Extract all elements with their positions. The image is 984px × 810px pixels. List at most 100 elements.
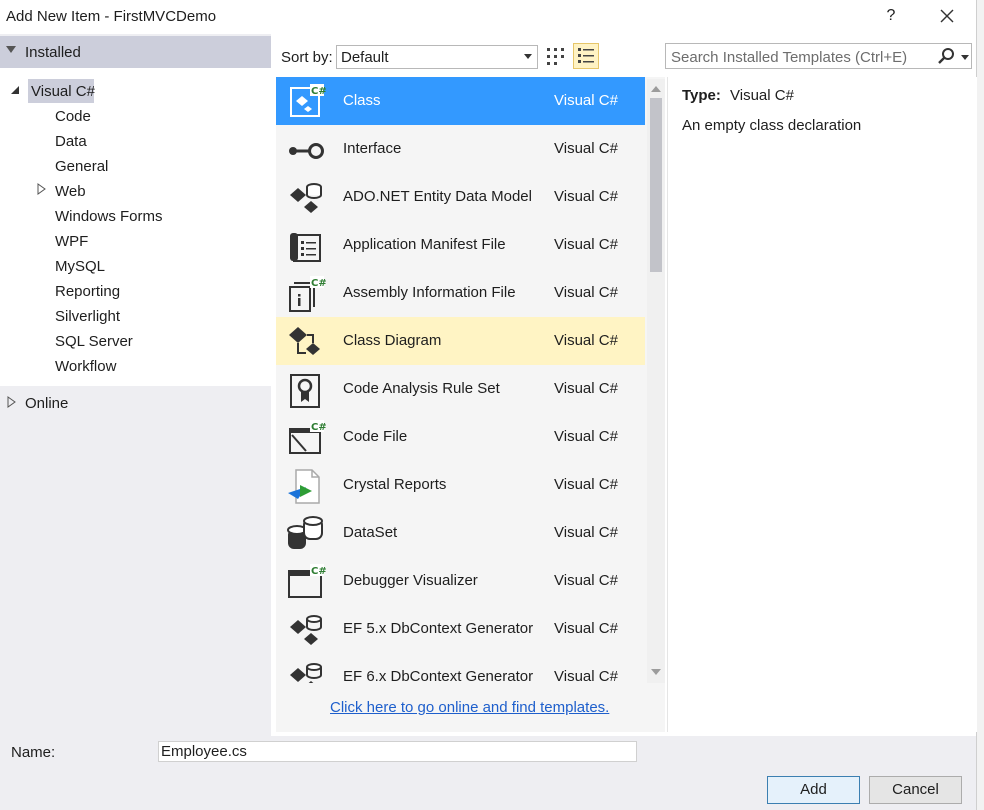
name-field[interactable]: [158, 741, 637, 762]
tree-item-windows-forms[interactable]: Windows Forms: [55, 208, 163, 225]
tree-item-workflow[interactable]: Workflow: [55, 358, 116, 375]
grid-view-icon: [547, 48, 564, 65]
online-node[interactable]: Online: [25, 395, 68, 412]
installed-label[interactable]: Installed: [25, 44, 81, 61]
template-language: Visual C#: [554, 476, 618, 493]
interface-icon: [289, 143, 324, 159]
chevron-down-icon[interactable]: [524, 54, 532, 59]
template-name: Class: [343, 92, 381, 109]
template-language: Visual C#: [554, 668, 618, 683]
class-icon: C#: [290, 84, 326, 117]
template-name: Debugger Visualizer: [343, 572, 478, 589]
class-diagram-icon: [289, 327, 320, 355]
tree-item-silverlight[interactable]: Silverlight: [55, 308, 120, 325]
template-name: ADO.NET Entity Data Model: [343, 188, 532, 205]
template-language: Visual C#: [554, 380, 618, 397]
template-name: EF 6.x DbContext Generator: [343, 668, 534, 683]
template-language: Visual C#: [554, 428, 618, 445]
tree-item-wpf[interactable]: WPF: [55, 233, 88, 250]
category-tree: [0, 68, 271, 386]
template-name: Application Manifest File: [343, 236, 506, 253]
template-name: Code File: [343, 428, 408, 445]
svg-text:C#: C#: [311, 86, 326, 97]
template-item-class[interactable]: C# Class Visual C#: [276, 77, 645, 125]
search-icon[interactable]: [936, 46, 956, 66]
debugger-visualizer-icon: C#: [288, 564, 326, 598]
grid-view-button[interactable]: [544, 44, 568, 68]
tree-item-code[interactable]: Code: [55, 108, 91, 125]
template-name: Assembly Information File: [343, 284, 516, 301]
close-button[interactable]: [934, 3, 960, 29]
background-window-edge: [976, 0, 984, 810]
template-item-class-diagram[interactable]: Class Diagram Visual C#: [276, 317, 645, 365]
svg-text:C#: C#: [311, 566, 326, 577]
template-language: Visual C#: [554, 572, 618, 589]
template-language: Visual C#: [554, 140, 618, 157]
dataset-icon: [287, 516, 323, 549]
chevron-down-icon[interactable]: [961, 55, 969, 60]
manifest-icon: [290, 233, 321, 262]
close-icon: [940, 9, 954, 23]
template-description: An empty class declaration: [682, 117, 862, 134]
scroll-down-arrow-icon[interactable]: [651, 669, 661, 675]
tree-item-mysql[interactable]: MySQL: [55, 258, 105, 275]
template-name: Class Diagram: [343, 332, 442, 349]
template-language: Visual C#: [554, 332, 618, 349]
template-name: Crystal Reports: [343, 476, 447, 493]
list-view-button[interactable]: [573, 43, 599, 69]
template-item-ef5-generator[interactable]: EF 5.x DbContext Generator Visual C#: [276, 605, 645, 653]
expanded-arrow-icon[interactable]: [6, 46, 16, 53]
template-item-ado-net[interactable]: ADO.NET Entity Data Model Visual C#: [276, 173, 645, 221]
template-item-code-analysis[interactable]: Code Analysis Rule Set Visual C#: [276, 365, 645, 413]
template-name: EF 5.x DbContext Generator: [343, 620, 534, 637]
sort-label: Sort by:: [281, 49, 333, 66]
cancel-button[interactable]: Cancel: [869, 776, 962, 804]
template-item-ef6-generator[interactable]: EF 6.x DbContext Generator Visual C#: [276, 653, 645, 683]
ef-generator-icon: [290, 615, 322, 645]
online-templates-link[interactable]: Click here to go online and find templat…: [330, 699, 609, 716]
template-language: Visual C#: [554, 284, 618, 301]
sort-value[interactable]: Default: [341, 49, 389, 66]
template-item-crystal-reports[interactable]: Crystal Reports Visual C#: [276, 461, 645, 509]
tree-item-visual-csharp[interactable]: Visual C#: [31, 83, 95, 100]
svg-text:C#: C#: [311, 422, 326, 433]
template-name: DataSet: [343, 524, 398, 541]
add-button[interactable]: Add: [767, 776, 860, 804]
collapsed-arrow-icon[interactable]: [7, 396, 17, 408]
details-pane: [667, 77, 977, 732]
tree-item-web[interactable]: Web: [55, 183, 86, 200]
tree-item-sql-server[interactable]: SQL Server: [55, 333, 133, 350]
template-item-dataset[interactable]: DataSet Visual C#: [276, 509, 645, 557]
list-view-icon: [578, 48, 594, 63]
template-item-interface[interactable]: Interface Visual C#: [276, 125, 645, 173]
name-label: Name:: [11, 744, 56, 761]
scrollbar-thumb[interactable]: [650, 98, 662, 272]
template-list[interactable]: C# Class Visual C# Interface Visual C# A…: [276, 77, 645, 683]
template-name: Interface: [343, 140, 402, 157]
scroll-up-arrow-icon[interactable]: [651, 86, 661, 92]
crystal-reports-icon: [288, 469, 320, 504]
window-title: Add New Item - FirstMVCDemo: [6, 8, 217, 25]
ef-generator-icon: [290, 663, 322, 683]
type-label: Type:: [682, 87, 721, 104]
template-name: Code Analysis Rule Set: [343, 380, 500, 397]
template-item-code-file[interactable]: C# Code File Visual C#: [276, 413, 645, 461]
template-language: Visual C#: [554, 236, 618, 253]
tree-item-general[interactable]: General: [55, 158, 108, 175]
tree-item-reporting[interactable]: Reporting: [55, 283, 120, 300]
search-placeholder[interactable]: Search Installed Templates (Ctrl+E): [671, 49, 907, 66]
expanded-arrow-icon[interactable]: [10, 85, 20, 95]
code-file-icon: C#: [289, 420, 326, 454]
tree-item-data[interactable]: Data: [55, 133, 87, 150]
template-item-assembly-info[interactable]: C# Assembly Information File Visual C#: [276, 269, 645, 317]
entity-model-icon: [290, 183, 322, 213]
assembly-info-icon: C#: [289, 276, 326, 312]
collapsed-arrow-icon[interactable]: [37, 183, 47, 195]
template-language: Visual C#: [554, 524, 618, 541]
rule-set-icon: [290, 374, 320, 408]
type-value: Visual C#: [730, 87, 794, 104]
template-item-manifest[interactable]: Application Manifest File Visual C#: [276, 221, 645, 269]
template-item-debugger-visualizer[interactable]: C# Debugger Visualizer Visual C#: [276, 557, 645, 605]
template-language: Visual C#: [554, 92, 618, 109]
help-button[interactable]: ?: [880, 3, 902, 29]
